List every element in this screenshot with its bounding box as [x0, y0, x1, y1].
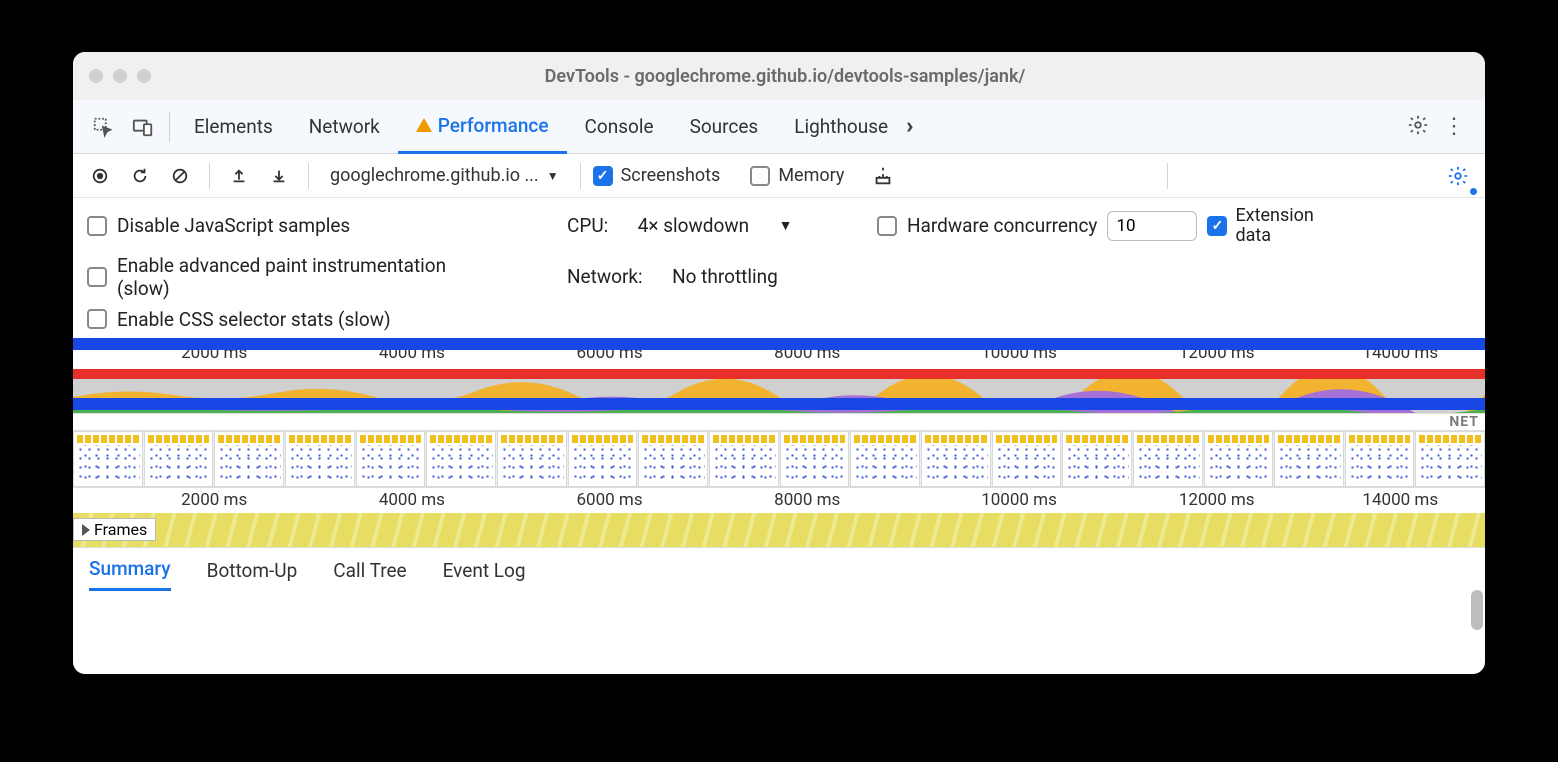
reload-record-button[interactable] [123, 159, 157, 193]
tab-sources[interactable]: Sources [672, 100, 777, 154]
inspect-element-icon[interactable] [83, 100, 123, 154]
devtools-window: DevTools - googlechrome.github.io/devtoo… [73, 52, 1485, 674]
checkbox-icon [750, 166, 770, 186]
screenshots-checkbox[interactable]: ✓ Screenshots [593, 165, 721, 186]
cpu-throttle-select[interactable]: 4× slowdown ▼ [638, 214, 793, 237]
filmstrip-frame[interactable] [921, 431, 991, 487]
cpu-label: CPU: [567, 214, 608, 237]
timeline-overview[interactable]: 2000 ms 4000 ms 6000 ms 8000 ms 10000 ms… [73, 339, 1485, 547]
filmstrip-frame[interactable] [709, 431, 779, 487]
network-throttle-select[interactable]: No throttling [672, 265, 778, 288]
upload-profile-button[interactable] [222, 159, 256, 193]
more-tabs-button[interactable]: ›› [906, 114, 907, 139]
tab-network[interactable]: Network [291, 100, 398, 154]
tab-console[interactable]: Console [567, 100, 672, 154]
filmstrip-frame[interactable] [1204, 431, 1274, 487]
tab-event-log[interactable]: Event Log [443, 551, 526, 590]
filmstrip-frame[interactable] [1062, 431, 1132, 487]
net-overview: NET [73, 413, 1485, 431]
filmstrip-frame[interactable] [356, 431, 426, 487]
overview-ruler[interactable]: 2000 ms 4000 ms 6000 ms 8000 ms 10000 ms… [73, 339, 1485, 369]
vertical-scrollbar[interactable] [1471, 590, 1483, 630]
advanced-paint-checkbox[interactable]: Enable advanced paint instrumentation (s… [87, 254, 457, 300]
filmstrip-frame[interactable] [992, 431, 1062, 487]
capture-settings-icon[interactable] [1441, 159, 1475, 193]
capture-options: Disable JavaScript samples CPU: 4× slowd… [73, 198, 1485, 339]
filmstrip-frame[interactable] [638, 431, 708, 487]
collect-garbage-button[interactable] [866, 159, 900, 193]
cpu-overview [73, 379, 1485, 413]
close-window-button[interactable] [89, 69, 103, 83]
filmstrip-frame[interactable] [1345, 431, 1415, 487]
frames-track-toggle[interactable]: Frames [73, 518, 156, 541]
network-label: Network: [567, 265, 643, 288]
main-tabbar: Elements Network Performance Console Sou… [73, 100, 1485, 154]
filmstrip[interactable] [73, 431, 1485, 487]
zoom-window-button[interactable] [137, 69, 151, 83]
filmstrip-frame[interactable] [214, 431, 284, 487]
tab-summary[interactable]: Summary [89, 549, 171, 591]
tab-call-tree[interactable]: Call Tree [333, 551, 406, 590]
device-toolbar-icon[interactable] [123, 100, 163, 154]
extension-data-checkbox[interactable]: ✓Extension data [1207, 206, 1325, 246]
hardware-concurrency-checkbox[interactable]: Hardware concurrency [877, 214, 1097, 237]
target-select[interactable]: googlechrome.github.io ...▼ [321, 164, 568, 187]
tab-elements[interactable]: Elements [176, 100, 291, 154]
performance-toolbar: googlechrome.github.io ...▼ ✓ Screenshot… [73, 154, 1485, 198]
disable-js-samples-checkbox[interactable]: Disable JavaScript samples [87, 214, 350, 237]
record-button[interactable] [83, 159, 117, 193]
filmstrip-frame[interactable] [1133, 431, 1203, 487]
filmstrip-frame[interactable] [1415, 431, 1485, 487]
filmstrip-frame[interactable] [850, 431, 920, 487]
filmstrip-frame[interactable] [780, 431, 850, 487]
window-title: DevTools - googlechrome.github.io/devtoo… [151, 66, 1469, 87]
tab-bottom-up[interactable]: Bottom-Up [207, 551, 298, 590]
settings-icon[interactable] [1407, 114, 1429, 140]
hardware-concurrency-input[interactable] [1107, 211, 1197, 241]
tab-lighthouse[interactable]: Lighthouse [776, 100, 906, 154]
filmstrip-frame[interactable] [73, 431, 143, 487]
filmstrip-frame[interactable] [144, 431, 214, 487]
warning-icon [416, 118, 432, 132]
titlebar: DevTools - googlechrome.github.io/devtoo… [73, 52, 1485, 100]
more-options-icon[interactable]: ⋮ [1443, 114, 1465, 139]
minimize-window-button[interactable] [113, 69, 127, 83]
expand-icon [82, 524, 90, 536]
longtask-bar [73, 369, 1485, 379]
checkbox-checked-icon: ✓ [593, 166, 613, 186]
tab-performance[interactable]: Performance [398, 100, 567, 154]
download-profile-button[interactable] [262, 159, 296, 193]
filmstrip-frame[interactable] [497, 431, 567, 487]
filmstrip-frame[interactable] [1274, 431, 1344, 487]
memory-checkbox[interactable]: Memory [750, 165, 844, 186]
filmstrip-frame[interactable] [285, 431, 355, 487]
filmstrip-frame[interactable] [426, 431, 496, 487]
frames-track[interactable]: Frames [73, 513, 1485, 547]
traffic-lights [89, 69, 151, 83]
clear-button[interactable] [163, 159, 197, 193]
flame-ruler[interactable]: 2000 ms 4000 ms 6000 ms 8000 ms 10000 ms… [73, 487, 1485, 513]
css-selector-stats-checkbox[interactable]: Enable CSS selector stats (slow) [87, 308, 391, 331]
details-tabs: Summary Bottom-Up Call Tree Event Log [73, 547, 1485, 593]
filmstrip-frame[interactable] [568, 431, 638, 487]
